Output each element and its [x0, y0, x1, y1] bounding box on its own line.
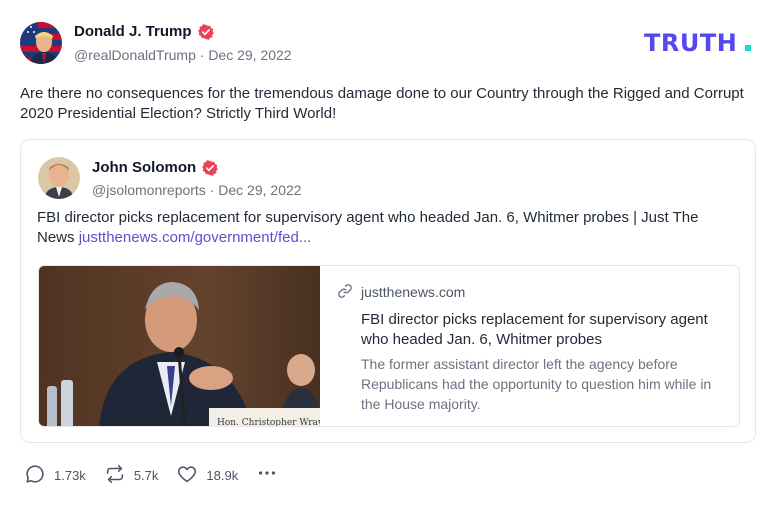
quote-author-handle[interactable]: @jsolomonreports [92, 182, 206, 198]
more-horizontal-icon [256, 462, 278, 489]
post-date[interactable]: Dec 29, 2022 [208, 47, 291, 63]
retruth-button[interactable]: 5.7k [104, 463, 159, 488]
link-preview-image[interactable]: Hon. Christopher Wray [39, 266, 324, 427]
reply-icon [24, 463, 46, 488]
author-avatar[interactable] [20, 22, 62, 64]
link-title[interactable]: FBI director picks replacement for super… [337, 310, 717, 350]
quote-author-name-text[interactable]: John Solomon [92, 159, 196, 176]
verified-badge-icon [202, 159, 218, 176]
quote-author-meta: @jsolomonreports · Dec 29, 2022 [92, 182, 302, 198]
like-button[interactable]: 18.9k [176, 463, 238, 488]
reply-button[interactable]: 1.73k [24, 463, 86, 488]
verified-badge-icon [197, 23, 214, 40]
author-name-text[interactable]: Donald J. Trump [74, 23, 192, 40]
svg-text:TRUTH: TRUTH [644, 29, 737, 55]
link-preview-body[interactable]: justthenews.com FBI director picks repla… [337, 282, 717, 414]
more-options-button[interactable] [256, 462, 278, 489]
reply-count: 1.73k [54, 467, 86, 483]
post-action-bar: 1.73k 5.7k 18.9k [24, 463, 278, 487]
like-count: 18.9k [206, 467, 239, 483]
author-meta: @realDonaldTrump · Dec 29, 2022 [74, 47, 292, 63]
quoted-post-card[interactable]: John Solomon @jsolomonreports · Dec 29, … [20, 139, 756, 443]
quote-url-link[interactable]: justthenews.com/government/fed... [79, 229, 312, 246]
quote-post-date[interactable]: Dec 29, 2022 [218, 182, 301, 198]
quote-author-name[interactable]: John Solomon [92, 159, 218, 176]
link-domain-row: justthenews.com [337, 282, 717, 302]
link-preview-card[interactable]: Hon. Christopher Wray justthenews.com FB… [38, 265, 740, 427]
author-handle[interactable]: @realDonaldTrump [74, 47, 196, 63]
quote-text: FBI director picks replacement for super… [37, 208, 737, 248]
link-domain: justthenews.com [361, 284, 466, 300]
author-name[interactable]: Donald J. Trump [74, 23, 214, 40]
link-description: The former assistant director left the a… [361, 356, 712, 412]
retruth-count: 5.7k [133, 467, 159, 483]
heart-icon [176, 463, 198, 488]
meta-separator: · [209, 182, 219, 198]
post-text: Are there no consequences for the tremen… [20, 85, 744, 122]
link-icon [337, 283, 353, 302]
retruth-icon [104, 463, 126, 488]
truth-social-logo[interactable]: TRUTH [644, 29, 756, 57]
nameplate-text: Hon. Christopher Wray [217, 418, 320, 427]
quote-author-avatar[interactable] [38, 157, 80, 199]
